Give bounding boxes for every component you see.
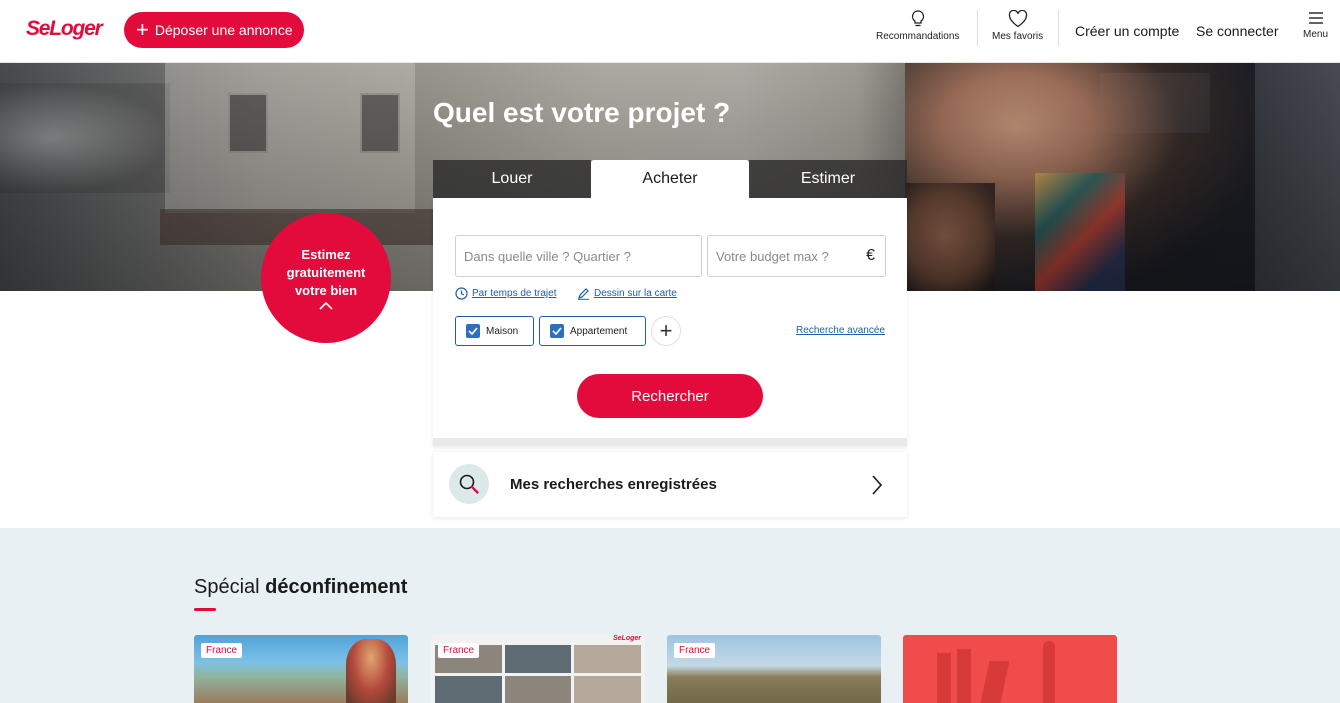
saved-searches-row[interactable]: Mes recherches enregistrées	[433, 452, 907, 517]
card-badge: France	[674, 643, 716, 658]
favorites-link[interactable]: Mes favoris	[992, 10, 1043, 42]
plus-icon: +	[659, 318, 673, 343]
type-maison-checkbox[interactable]: Maison	[455, 316, 534, 346]
estimate-line: gratuitement	[286, 265, 366, 280]
check-icon	[550, 324, 564, 338]
search-button[interactable]: Rechercher	[577, 374, 763, 418]
budget-input[interactable]: Votre budget max ? €	[707, 235, 886, 277]
section-title-underline	[194, 608, 216, 611]
pencil-icon	[578, 288, 589, 300]
saved-searches-label: Mes recherches enregistrées	[510, 476, 717, 493]
search-tabs: Louer Acheter Estimer	[433, 160, 907, 198]
card-badge: France	[201, 643, 243, 658]
special-section: Spécial déconfinement France SeLoger Fra…	[0, 528, 1340, 703]
card-illustration	[980, 661, 1010, 703]
search-icon	[459, 474, 479, 494]
search-panel: Dans quelle ville ? Quartier ? Votre bud…	[433, 198, 907, 446]
panel-footer-bar	[433, 438, 907, 446]
estimate-line: votre bien	[294, 283, 358, 298]
section-title-normal: Spécial	[194, 576, 266, 598]
favorites-label: Mes favoris	[992, 31, 1044, 42]
type-maison-label: Maison	[486, 325, 519, 337]
travel-time-label: Par temps de trajet	[472, 288, 557, 299]
plus-icon: +	[136, 17, 149, 42]
post-ad-button[interactable]: + Déposer une annonce	[124, 12, 304, 48]
section-title-bold: déconfinement	[265, 576, 408, 598]
article-card[interactable]: France	[667, 635, 881, 703]
draw-map-label: Dessin sur la carte	[594, 288, 677, 299]
card-logo: SeLoger	[612, 635, 641, 642]
euro-icon: €	[866, 247, 875, 264]
login-link[interactable]: Se connecter	[1196, 23, 1279, 39]
seloger-logo[interactable]: SeLoger	[26, 17, 103, 41]
hero-title: Quel est votre projet ?	[433, 97, 731, 128]
add-type-button[interactable]: +	[651, 316, 681, 346]
header-divider	[977, 10, 978, 46]
card-illustration	[957, 649, 971, 703]
tab-louer[interactable]: Louer	[433, 160, 591, 198]
chevron-right-icon	[872, 475, 883, 495]
type-appartement-checkbox[interactable]: Appartement	[539, 316, 646, 346]
card-illustration	[937, 653, 951, 703]
card-photo-person	[346, 639, 396, 703]
menu-label: Menu	[1303, 29, 1329, 40]
city-placeholder: Dans quelle ville ? Quartier ?	[464, 248, 631, 264]
advanced-search-link[interactable]: Recherche avancée	[796, 325, 885, 336]
search-icon-circle	[449, 464, 489, 504]
article-card[interactable]: SeLoger France	[431, 635, 645, 703]
card-illustration	[1043, 641, 1055, 703]
clock-icon	[455, 287, 468, 300]
menu-button[interactable]: Menu	[1303, 10, 1328, 40]
type-appartement-label: Appartement	[570, 325, 628, 337]
header-divider	[1058, 10, 1059, 46]
draw-map-link[interactable]: Dessin sur la carte	[577, 287, 677, 300]
recommendations-label: Recommandations	[876, 31, 960, 42]
heart-icon	[1008, 10, 1027, 28]
estimate-property-button[interactable]: Estimez gratuitement votre bien	[261, 213, 391, 343]
lightbulb-icon	[911, 10, 924, 27]
chevron-up-icon	[319, 302, 333, 310]
hamburger-icon	[1308, 12, 1323, 24]
card-badge: France	[438, 643, 480, 658]
tab-estimer[interactable]: Estimer	[749, 160, 907, 198]
budget-placeholder: Votre budget max ?	[716, 248, 829, 264]
post-ad-label: Déposer une annonce	[154, 22, 293, 38]
section-title: Spécial déconfinement	[194, 576, 407, 599]
article-card[interactable]	[903, 635, 1117, 703]
travel-time-link[interactable]: Par temps de trajet	[455, 287, 556, 300]
tab-acheter[interactable]: Acheter	[591, 160, 749, 198]
check-icon	[466, 324, 480, 338]
city-input[interactable]: Dans quelle ville ? Quartier ?	[455, 235, 702, 277]
top-header: SeLoger + Déposer une annonce Recommanda…	[0, 0, 1340, 63]
article-card[interactable]: France	[194, 635, 408, 703]
create-account-link[interactable]: Créer un compte	[1075, 23, 1179, 39]
recommendations-link[interactable]: Recommandations	[876, 10, 959, 42]
estimate-line: Estimez	[301, 247, 351, 262]
